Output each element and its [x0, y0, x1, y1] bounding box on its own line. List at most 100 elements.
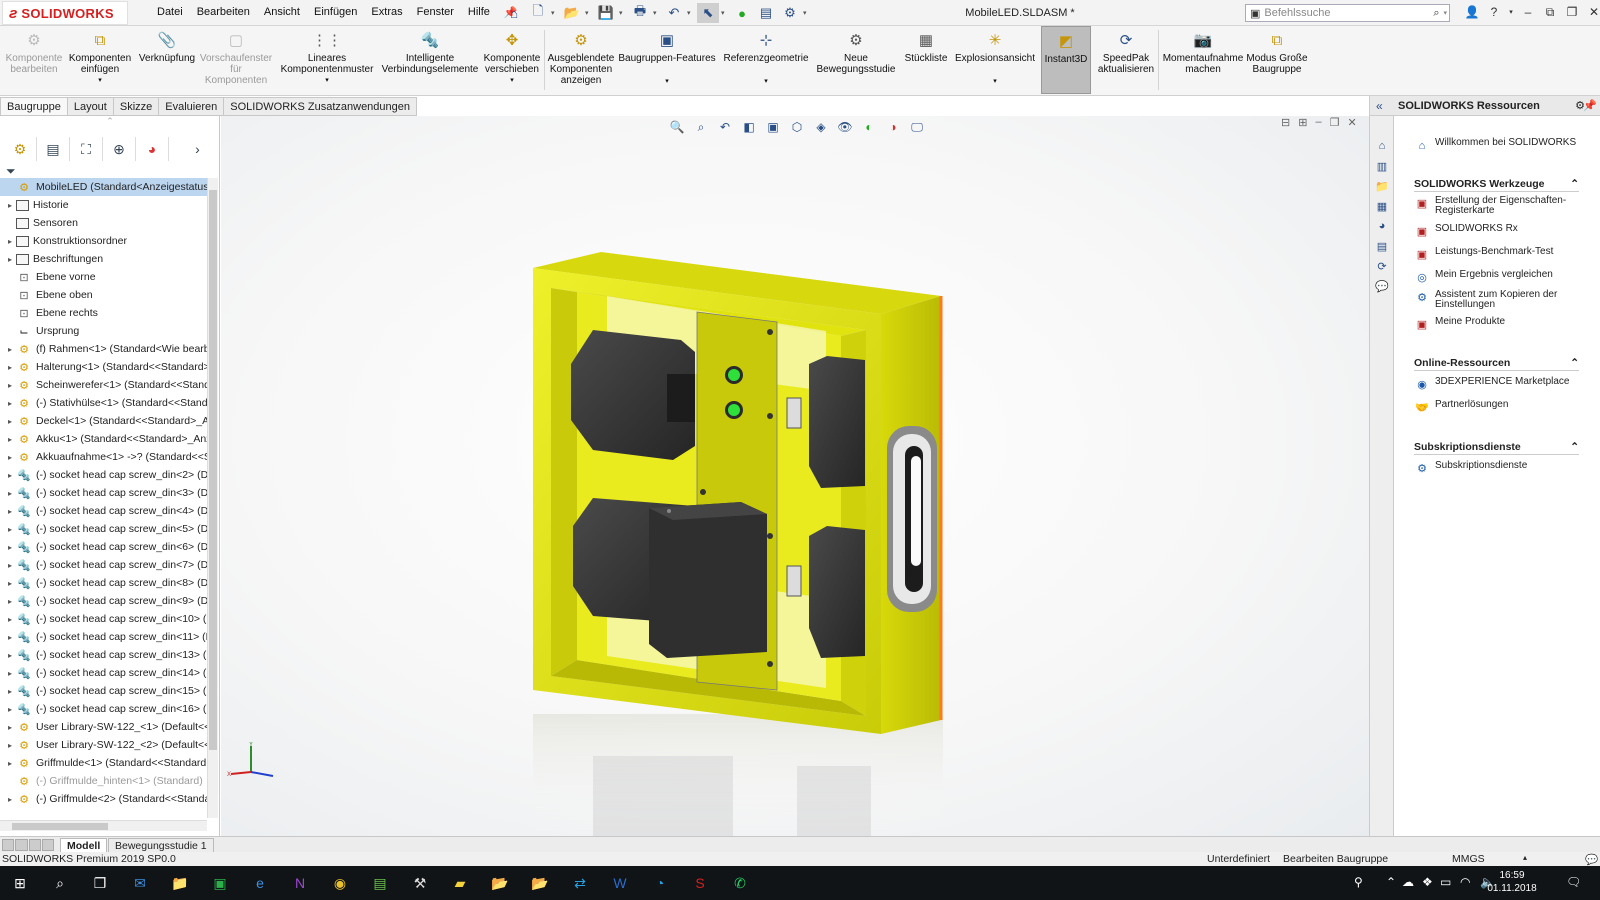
tree-item[interactable]: ⊡ Ebene rechts — [0, 304, 210, 322]
mate-button[interactable]: 📎 Verknüpfung — [134, 26, 200, 94]
tool-link[interactable]: ▣ SOLIDWORKS Rx — [1414, 224, 1584, 240]
reference-geometry-button[interactable]: ⊹ Referenzgeometrie ▾ — [718, 26, 814, 94]
tree-item[interactable]: ▸ 🔩 (-) socket head cap screw_din<7> (DII — [0, 556, 210, 574]
last-tab-icon[interactable] — [41, 839, 54, 851]
select-dropdown[interactable]: ▾ — [721, 9, 729, 17]
collapse-chevron-icon[interactable]: « — [1376, 99, 1383, 113]
menu-fenster[interactable]: Fenster — [410, 6, 461, 19]
menu-bearbeiten[interactable]: Bearbeiten — [190, 6, 257, 19]
whatsapp-icon[interactable]: ✆ — [728, 872, 752, 894]
tray-battery-icon[interactable]: ▭ — [1440, 875, 1451, 889]
expand-arrow-icon[interactable]: ▸ — [4, 417, 16, 426]
tool-link[interactable]: ⚙ Assistent zum Kopieren der Einstellunge… — [1414, 290, 1584, 310]
home-icon[interactable]: ⌂ — [503, 3, 525, 23]
expand-arrow-icon[interactable]: ▸ — [4, 579, 16, 588]
tree-item[interactable]: ▸ 🔩 (-) socket head cap screw_din<2> (DII — [0, 466, 210, 484]
feature-manager-tab-icon[interactable]: ⚙ — [4, 137, 37, 161]
tool-link[interactable]: ▣ Leistungs-Benchmark-Test — [1414, 247, 1584, 263]
expand-panel-icon[interactable]: › — [181, 137, 214, 161]
tab-baugruppe[interactable]: Baugruppe — [0, 97, 68, 116]
subscription-link[interactable]: ⚙ Subskriptionsdienste — [1414, 461, 1584, 477]
speedpak-button[interactable]: ⟳ SpeedPak aktualisieren — [1094, 26, 1158, 94]
menu-datei[interactable]: Datei — [150, 6, 190, 19]
open-icon[interactable]: 📂 — [561, 3, 583, 23]
tree-item[interactable]: ⚙ (-) Griffmulde_hinten<1> (Standard) — [0, 772, 210, 790]
help-dropdown-icon[interactable]: ▾ — [1507, 3, 1515, 21]
tree-item[interactable]: ⚙ MobileLED (Standard<Anzeigestatus-1>) — [0, 178, 210, 196]
tooltip-icon[interactable]: 💬 — [1585, 853, 1598, 866]
tree-item[interactable]: ▸ 🔩 (-) socket head cap screw_din<4> (DII — [0, 502, 210, 520]
print-icon[interactable]: 🖶 — [629, 3, 651, 23]
file-explorer-icon[interactable]: 📁 — [168, 872, 192, 894]
appearances-icon[interactable]: ◕ — [1373, 218, 1391, 234]
undo-dropdown[interactable]: ▾ — [687, 9, 695, 17]
tree-item[interactable]: ▸ 🔩 (-) socket head cap screw_din<15> (D — [0, 682, 210, 700]
expand-arrow-icon[interactable]: ▸ — [4, 237, 16, 246]
close-icon[interactable]: ✕ — [1585, 3, 1600, 21]
task-pane-pin-icon[interactable]: 📌 — [1583, 99, 1597, 112]
expand-arrow-icon[interactable]: ▸ — [4, 507, 16, 516]
akku-box[interactable] — [649, 502, 767, 658]
tree-vertical-scrollbar[interactable] — [207, 178, 218, 818]
expand-arrow-icon[interactable]: ▸ — [4, 381, 16, 390]
linear-pattern-button[interactable]: ⋮⋮ Lineares Komponentenmuster ▾ — [272, 26, 382, 94]
expand-arrow-icon[interactable]: ▸ — [4, 687, 16, 696]
tool-app-icon[interactable]: ⚒ — [408, 872, 432, 894]
spreadsheet-app-icon[interactable]: ▣ — [208, 872, 232, 894]
graphics-area[interactable]: 🔍 ⌕ ↶ ◧ ▣ ⬡ ◈ 👁 ◐ ◑ 🖵 ⊟ ⊞ – ❐ ✕ Y X — [221, 116, 1369, 836]
expand-arrow-icon[interactable]: ▸ — [4, 759, 16, 768]
traffic-light-icon[interactable]: ● — [731, 3, 753, 23]
tool-link[interactable]: ◎ Mein Ergebnis vergleichen — [1414, 270, 1584, 286]
units-dropdown-icon[interactable]: ▴ — [1523, 853, 1527, 862]
solidworks-taskbar-icon[interactable]: S — [688, 872, 712, 894]
file-properties-icon[interactable]: ▤ — [755, 3, 777, 23]
options-dropdown[interactable]: ▾ — [803, 9, 811, 17]
tool-link[interactable]: ▣ Meine Produkte — [1414, 317, 1584, 333]
teamviewer-icon[interactable]: ⇄ — [568, 872, 592, 894]
options-gear-icon[interactable]: ⚙ — [779, 3, 801, 23]
taskbar-clock[interactable]: 16:59 01.11.2018 — [1485, 869, 1539, 895]
tray-wifi-icon[interactable]: ◠ — [1460, 875, 1470, 889]
open-dropdown[interactable]: ▾ — [585, 9, 593, 17]
view-palette-icon[interactable]: ▦ — [1373, 198, 1391, 214]
first-tab-icon[interactable] — [2, 839, 15, 851]
chat-icon[interactable]: 💬 — [1373, 278, 1391, 294]
welcome-link[interactable]: ⌂ Willkommen bei SOLIDWORKS — [1414, 138, 1584, 154]
tray-chevron-icon[interactable]: ⌃ — [1386, 875, 1396, 889]
tree-item[interactable]: ▸ 🔩 (-) socket head cap screw_din<3> (DII — [0, 484, 210, 502]
custom-properties-icon[interactable]: ▤ — [1373, 238, 1391, 254]
expand-arrow-icon[interactable]: ▸ — [4, 543, 16, 552]
menu-hilfe[interactable]: Hilfe — [461, 6, 497, 19]
user-icon[interactable]: 👤 — [1463, 3, 1481, 21]
dimxpert-tab-icon[interactable]: ⊕ — [103, 137, 136, 161]
tree-item[interactable]: ▸ 🔩 (-) socket head cap screw_din<6> (DII — [0, 538, 210, 556]
property-manager-tab-icon[interactable]: ▤ — [37, 137, 70, 161]
tree-item[interactable]: ▸ Konstruktionsordner — [0, 232, 210, 250]
search-icon[interactable]: ⌕ — [1433, 7, 1439, 20]
expand-arrow-icon[interactable]: ▸ — [4, 705, 16, 714]
smart-fasteners-button[interactable]: 🔩 Intelligente Verbindungselemente — [380, 26, 480, 94]
solidworks-logo[interactable]: ƨ SOLIDWORKS — [2, 1, 128, 25]
prev-tab-icon[interactable] — [15, 839, 28, 851]
unit-system[interactable]: MMGS — [1452, 853, 1485, 865]
tree-item[interactable]: ▸ ⚙ User Library-SW-122_<2> (Default<<[ — [0, 736, 210, 754]
menu-extras[interactable]: Extras — [364, 6, 409, 19]
tree-item[interactable]: ▸ ⚙ Akku<1> (Standard<<Standard>_Anz — [0, 430, 210, 448]
solidworks-forum-icon[interactable]: ⟳ — [1373, 258, 1391, 274]
expand-arrow-icon[interactable]: ▸ — [4, 597, 16, 606]
notepad-icon[interactable]: ▤ — [368, 872, 392, 894]
expand-arrow-icon[interactable]: ▸ — [4, 363, 16, 372]
large-assembly-mode-button[interactable]: ⧉ Modus Große Baugruppe — [1246, 26, 1308, 94]
print-dropdown[interactable]: ▾ — [653, 9, 661, 17]
select-cursor-icon[interactable]: ⬉ — [697, 3, 719, 23]
component-preview-button[interactable]: ▢ Vorschaufenster für Komponenten — [200, 26, 272, 94]
expand-arrow-icon[interactable]: ▸ — [4, 255, 16, 264]
take-snapshot-button[interactable]: 📷 Momentaufnahme machen — [1160, 26, 1246, 94]
instant3d-button[interactable]: ◩ Instant3D — [1041, 26, 1091, 94]
section-online-header[interactable]: Online-Ressourcen ⌃ — [1414, 355, 1579, 371]
resources-home-icon[interactable]: ⌂ — [1373, 138, 1391, 154]
move-component-button[interactable]: ✥ Komponente verschieben ▾ — [480, 26, 544, 94]
tab-evaluieren[interactable]: Evaluieren — [159, 97, 225, 116]
tray-person-icon[interactable]: ⚲ — [1354, 875, 1363, 889]
onenote-icon[interactable]: N — [288, 872, 312, 894]
